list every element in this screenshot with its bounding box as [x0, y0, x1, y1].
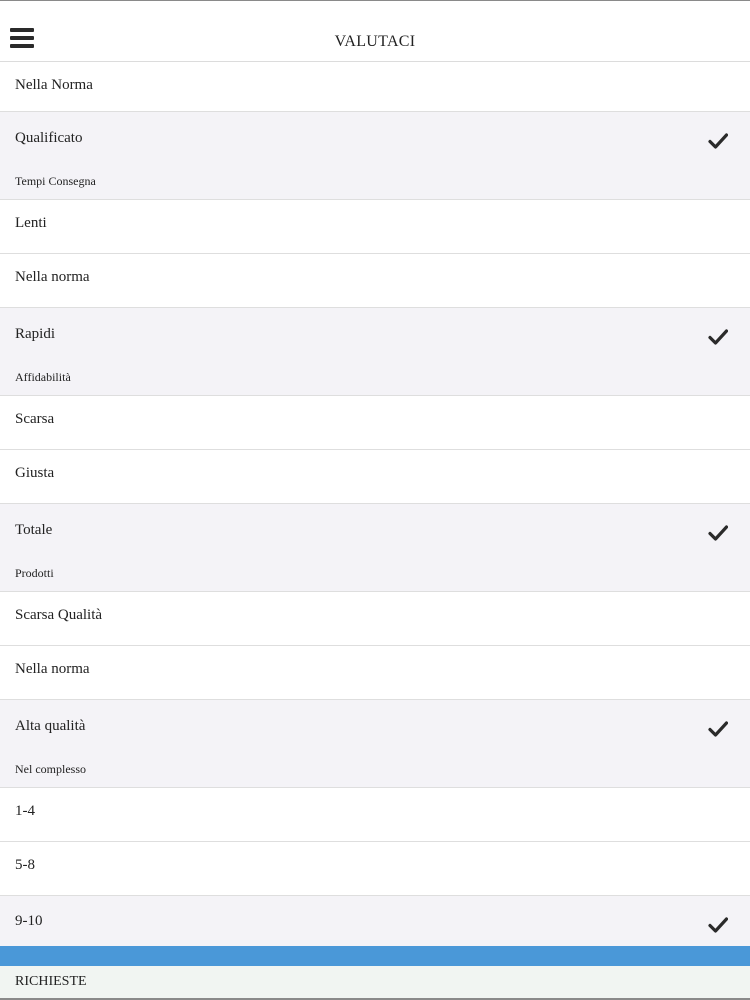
option-label: Qualificato — [15, 130, 83, 146]
option-label: Lenti — [15, 215, 47, 231]
rating-list: Nella Norma Qualificato Tempi Consegna L… — [0, 62, 750, 950]
section-title: Tempi Consegna — [15, 174, 96, 188]
section-title: Affidabilità — [15, 370, 71, 384]
option-row[interactable]: Scarsa — [0, 396, 750, 450]
option-label: 9-10 — [15, 913, 43, 929]
option-row[interactable]: Nella norma — [0, 646, 750, 700]
option-row[interactable]: 1-4 — [0, 788, 750, 842]
option-label: 1-4 — [15, 803, 35, 819]
option-label: 5-8 — [15, 857, 35, 873]
option-label: Giusta — [15, 465, 55, 481]
option-label: Rapidi — [15, 326, 55, 342]
option-row[interactable]: 9-10 — [0, 896, 750, 950]
footer-tab[interactable]: RICHIESTE — [0, 966, 750, 1000]
section-title: Nel complesso — [15, 762, 86, 776]
option-label: Totale — [15, 522, 53, 538]
checkmark-icon — [708, 133, 728, 149]
option-row[interactable]: Alta qualità Nel complesso — [0, 700, 750, 788]
option-label: Alta qualità — [15, 718, 86, 734]
section-title: Prodotti — [15, 566, 54, 580]
checkmark-icon — [708, 917, 728, 933]
option-row[interactable]: Nella Norma — [0, 62, 750, 112]
header: VALUTACI — [0, 0, 750, 62]
option-row[interactable]: Lenti — [0, 200, 750, 254]
option-row[interactable]: Nella norma — [0, 254, 750, 308]
option-row[interactable]: Rapidi Affidabilità — [0, 308, 750, 396]
footer-label: RICHIESTE — [15, 974, 87, 989]
page-title: VALUTACI — [334, 33, 416, 50]
option-label: Nella norma — [15, 661, 90, 677]
option-label: Nella Norma — [15, 77, 93, 93]
option-row[interactable]: Qualificato Tempi Consegna — [0, 112, 750, 200]
option-row[interactable]: Totale Prodotti — [0, 504, 750, 592]
checkmark-icon — [708, 329, 728, 345]
option-label: Scarsa Qualità — [15, 607, 103, 623]
option-row[interactable]: Giusta — [0, 450, 750, 504]
checkmark-icon — [708, 721, 728, 737]
option-row[interactable]: 5-8 — [0, 842, 750, 896]
accent-bar — [0, 946, 750, 966]
checkmark-icon — [708, 525, 728, 541]
option-label: Scarsa — [15, 411, 55, 427]
option-row[interactable]: Scarsa Qualità — [0, 592, 750, 646]
option-label: Nella norma — [15, 269, 90, 285]
